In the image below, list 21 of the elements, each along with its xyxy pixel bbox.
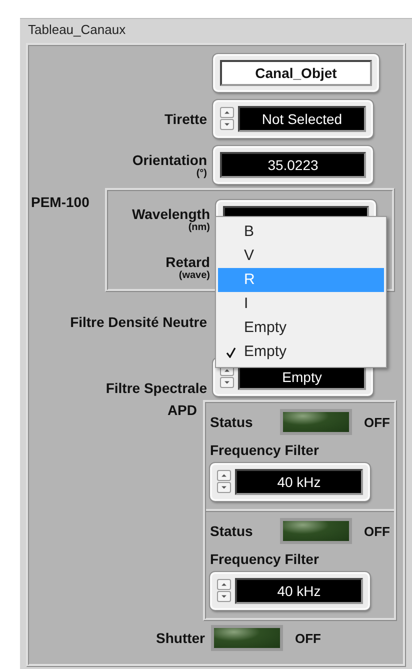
status-label: Status <box>210 414 254 430</box>
field-label: Retard <box>166 254 210 270</box>
status-text: OFF <box>364 414 390 430</box>
unit-label: (nm) <box>188 222 210 232</box>
field-label: Orientation <box>132 152 207 168</box>
field-label: Shutter <box>156 630 205 646</box>
field-label: Filtre Densité Neutre <box>70 314 207 330</box>
group-label: PEM-100 <box>31 194 90 210</box>
orientation-display: 35.0223 <box>213 146 373 184</box>
field-label: Filtre Spectrale <box>106 380 207 396</box>
panel-title: Tableau_Canaux <box>27 21 127 39</box>
field-label: Tirette <box>164 111 207 127</box>
field-label: Frequency Filter <box>210 551 319 567</box>
unit-label: (°) <box>196 168 207 178</box>
field-label: Wavelength <box>132 206 210 222</box>
shutter-status-text: OFF <box>295 630 321 646</box>
group-label: APD <box>167 402 197 418</box>
status-text: OFF <box>364 524 390 538</box>
status-label: Status <box>210 523 254 539</box>
unit-label: (wave) <box>178 270 210 280</box>
field-label: Frequency Filter <box>210 442 319 458</box>
